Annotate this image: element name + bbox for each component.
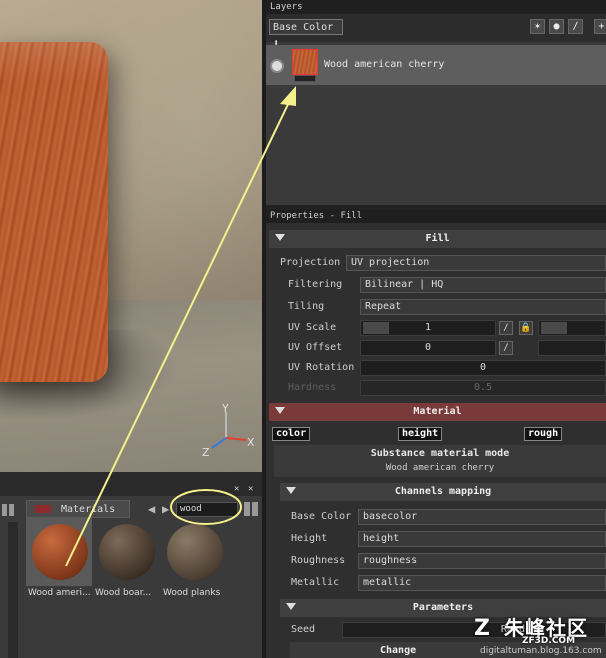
uv-scale-value: 1 <box>424 322 432 333</box>
shelf-pin-icon[interactable]: ✕ <box>248 484 253 494</box>
material-item-wood-planks[interactable]: Wood planks <box>163 522 227 598</box>
watermark-logo: Z <box>474 616 490 641</box>
slider-knob[interactable] <box>363 322 389 334</box>
layers-panel: Layers Base Color ⬍ ✶ ● ∕ + Wood america… <box>266 0 606 205</box>
materials-color-icon <box>35 505 51 513</box>
add-layer-button[interactable]: + <box>594 19 606 34</box>
shelf-grid-icon[interactable] <box>244 502 258 516</box>
3d-viewport[interactable]: Y Z X <box>0 0 262 472</box>
layers-empty-area <box>266 85 606 205</box>
nav-left-icon[interactable]: ◀ <box>148 502 155 516</box>
uv-scale-edit-icon[interactable]: ∕ <box>499 321 513 335</box>
material-thumbnail[interactable] <box>32 524 88 580</box>
map-height-label: Height <box>291 533 328 544</box>
uv-offset-slider-v[interactable] <box>538 340 606 356</box>
rough-channel-toggle[interactable]: rough <box>524 427 563 441</box>
uv-rotation-label: UV Rotation <box>288 362 355 373</box>
material-item-wood-boards[interactable]: Wood boar... <box>95 522 159 598</box>
map-basecolor-label: Base Color <box>291 511 352 522</box>
substance-mode-box: Substance material mode Wood american ch… <box>274 445 606 477</box>
material-thumbnail[interactable] <box>99 524 155 580</box>
add-mask-button[interactable]: ● <box>549 19 564 34</box>
lock-icon[interactable]: 🔒 <box>519 321 533 335</box>
properties-panel-title: Properties - Fill <box>266 209 606 223</box>
layers-panel-title: Layers <box>266 0 606 14</box>
layer-thumbnail[interactable] <box>292 49 318 75</box>
material-caption: Wood ameri... <box>28 588 91 598</box>
uv-offset-slider[interactable]: 0 <box>360 340 496 356</box>
nav-right-icon[interactable]: ▶ <box>162 502 169 516</box>
map-roughness-select[interactable]: roughness <box>358 553 606 569</box>
shelf-scrollbar[interactable] <box>8 522 18 658</box>
uv-offset-label: UV Offset <box>288 342 343 353</box>
map-roughness-label: Roughness <box>291 555 346 566</box>
uv-scale-slider[interactable]: 1 <box>360 320 496 336</box>
shelf-header <box>0 472 262 516</box>
add-effect-button[interactable]: ✶ <box>530 19 545 34</box>
visibility-toggle-icon[interactable] <box>270 59 284 73</box>
layer-row[interactable]: Wood american cherry <box>266 45 606 85</box>
uv-offset-edit-icon[interactable]: ∕ <box>499 341 513 355</box>
blend-mode-select[interactable]: Base Color ⬍ <box>269 19 343 49</box>
material-caption: Wood boar... <box>95 588 152 598</box>
shelf-panel: Materials ◀ ▶ wood ✕ ✕ Wood ameri... Woo… <box>0 472 262 658</box>
watermark: Z 朱峰社区 ZF3D.COM digitaltuman.blog.163.co… <box>470 612 606 658</box>
slider-knob[interactable] <box>541 322 567 334</box>
uv-scale-slider-v[interactable] <box>538 320 606 336</box>
fill-section-title: Fill <box>425 233 450 244</box>
map-metallic-select[interactable]: metallic <box>358 575 606 591</box>
axis-label-x: X <box>247 436 255 449</box>
filtering-select[interactable]: Bilinear | HQ <box>360 277 606 293</box>
material-section-title: Material <box>413 406 462 417</box>
axis-gizmo-icon: Y Z X <box>202 402 255 459</box>
channels-mapping-header[interactable]: Channels mapping <box>280 483 606 501</box>
uv-scale-label: UV Scale <box>288 322 337 333</box>
add-paint-layer-button[interactable]: ∕ <box>568 19 583 34</box>
map-height-select[interactable]: height <box>358 531 606 547</box>
material-section-header[interactable]: Material <box>269 403 606 421</box>
watermark-blog: digitaltuman.blog.163.com <box>480 646 602 656</box>
map-metallic-label: Metallic <box>291 577 340 588</box>
shelf-close-icon[interactable]: ✕ <box>234 484 239 494</box>
projection-select[interactable]: UV projection <box>346 255 606 271</box>
projection-label: Projection <box>280 257 341 268</box>
height-channel-toggle[interactable]: height <box>398 427 443 441</box>
cube-highlight <box>0 42 108 82</box>
uv-rotation-slider[interactable]: 0 <box>360 360 606 376</box>
layer-mask-thumbnail[interactable] <box>294 75 316 82</box>
map-basecolor-select[interactable]: basecolor <box>358 509 606 525</box>
tiling-select[interactable]: Repeat <box>360 299 606 315</box>
grid-view-icon[interactable] <box>2 504 14 516</box>
axis-label-z: Z <box>202 446 210 459</box>
hardness-slider: 0.5 <box>360 380 606 396</box>
fill-section-header[interactable]: Fill <box>269 230 606 248</box>
color-channel-toggle[interactable]: color <box>272 427 311 441</box>
substance-mode-value: Wood american cherry <box>385 463 495 473</box>
shelf-tab-label: Materials <box>61 504 116 515</box>
wood-cube-mesh[interactable] <box>0 42 108 382</box>
layer-name[interactable]: Wood american cherry <box>324 59 444 70</box>
seed-label: Seed <box>291 624 316 635</box>
properties-panel: Properties - Fill Fill Projection UV pro… <box>266 209 606 658</box>
axis-label-y: Y <box>221 402 229 415</box>
channels-mapping-title: Channels mapping <box>394 486 492 497</box>
substance-mode-title: Substance material mode <box>370 448 510 459</box>
material-item-wood-american-cherry[interactable]: Wood ameri... <box>28 522 92 598</box>
tiling-label: Tiling <box>288 301 325 312</box>
watermark-site-url: ZF3D.COM <box>522 636 576 646</box>
hardness-label: Hardness <box>288 382 337 393</box>
filtering-label: Filtering <box>288 279 343 290</box>
layers-toolbar: Base Color ⬍ ✶ ● ∕ + <box>266 14 606 49</box>
material-caption: Wood planks <box>163 588 221 598</box>
material-thumbnail[interactable] <box>167 524 223 580</box>
shelf-search-input[interactable]: wood <box>176 502 238 517</box>
shelf-tab-materials[interactable]: Materials <box>26 500 130 518</box>
